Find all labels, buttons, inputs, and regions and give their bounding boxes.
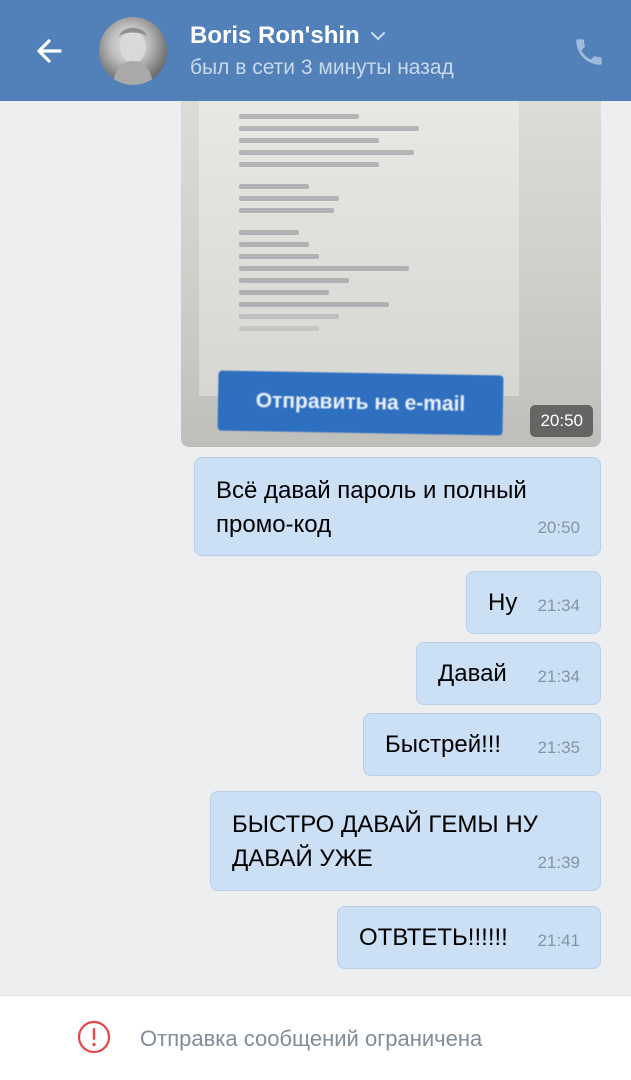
contact-name: Boris Ron'shin: [190, 22, 360, 49]
last-seen-status: был в сети 3 минуты назад: [190, 56, 454, 79]
message-timestamp: 20:50: [537, 518, 580, 537]
message-bubble[interactable]: БЫСТРО ДАВАЙ ГЕМЫ НУ ДАВАЙ УЖЕ 21:39: [210, 791, 601, 891]
photo-message[interactable]: Отправить на e-mail 20:50: [181, 96, 601, 447]
contact-name-row[interactable]: Boris Ron'shin: [190, 22, 386, 50]
message-text-line: БЫСТРО ДАВАЙ ГЕМЫ НУ: [232, 811, 538, 838]
photo-email-button-text: Отправить на e-mail: [217, 370, 504, 436]
message-bubble[interactable]: Всё давай пароль и полный промо-код 20:5…: [194, 457, 601, 556]
message-timestamp: 21:34: [537, 667, 580, 686]
chevron-down-icon: [370, 32, 385, 41]
message-bubble[interactable]: Давай 21:34: [416, 642, 601, 705]
message-timestamp: 21:34: [537, 596, 580, 615]
phone-icon[interactable]: [572, 35, 606, 69]
chat-header: Boris Ron'shin был в сети 3 минуты назад: [0, 0, 631, 101]
avatar-statue-image: [113, 28, 153, 85]
restriction-notice: Отправка сообщений ограничена: [140, 1026, 483, 1051]
message-bubble[interactable]: Быстрей!!! 21:35: [363, 713, 601, 776]
avatar[interactable]: [99, 17, 167, 85]
message-text-line: Давай: [438, 660, 507, 687]
message-text-line: ДАВАЙ УЖЕ: [232, 845, 373, 872]
warning-circle-icon: [77, 1020, 111, 1054]
message-text-line: ОТВТЕТЬ!!!!!!: [359, 924, 508, 951]
message-text-line: Быстрей!!!: [385, 731, 502, 758]
message-bubble[interactable]: ОТВТЕТЬ!!!!!! 21:41: [337, 906, 601, 969]
message-bubble[interactable]: Ну 21:34: [466, 571, 601, 634]
arrow-left-icon[interactable]: [30, 30, 72, 72]
message-text-line: Всё давай пароль и полный: [216, 477, 527, 504]
messaging-restricted-bar: Отправка сообщений ограничена: [0, 995, 631, 1080]
message-text-line: промо-код: [216, 511, 332, 538]
message-text-line: Ну: [488, 589, 518, 616]
receipt-photo-content: [199, 96, 519, 396]
photo-timestamp: 20:50: [530, 405, 593, 437]
message-timestamp: 21:41: [537, 931, 580, 950]
message-timestamp: 21:35: [537, 738, 580, 757]
message-timestamp: 21:39: [537, 853, 580, 872]
